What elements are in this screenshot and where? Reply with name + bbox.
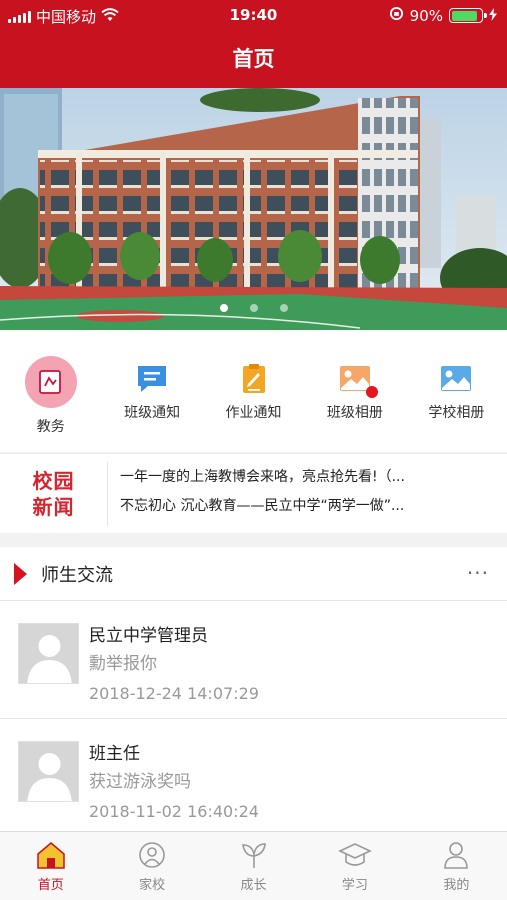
rotation-lock-icon (389, 6, 404, 25)
tab-label: 学习 (341, 878, 368, 893)
message-preview: 获过游泳奖吗 (89, 772, 191, 792)
section-marker-icon (14, 562, 27, 585)
notification-badge (365, 386, 378, 398)
message-sender: 民立中学管理员 (89, 626, 208, 646)
academic-affairs-icon (24, 356, 77, 408)
charging-icon (489, 7, 497, 25)
section-title: 师生交流 (41, 564, 113, 586)
home-school-icon (139, 842, 165, 868)
quick-menu-label: 作业通知 (225, 405, 282, 421)
class-album-icon (338, 364, 378, 398)
news-item[interactable]: 一年一度的上海教博会来咯，亮点抢先看!（... (120, 466, 460, 495)
quick-menu-item-homework-notice[interactable]: 作业通知 (203, 330, 304, 452)
more-button[interactable]: ··· (467, 561, 489, 585)
message-time: 2018-11-02 16:40:24 (89, 802, 259, 821)
message-time: 2018-12-24 14:07:29 (89, 684, 259, 703)
school-building-photo (0, 88, 507, 330)
tab-profile[interactable]: 我的 (406, 832, 507, 900)
quick-menu-label: 班级相册 (326, 405, 383, 421)
campus-news: 校园 新闻 一年一度的上海教博会来咯，亮点抢先看!（... 不忘初心 沉心教育—… (0, 453, 507, 533)
growth-sprout-icon (241, 843, 266, 868)
tab-home-school[interactable]: 家校 (101, 832, 202, 900)
teacher-student-section: 师生交流 ··· 民立中学管理员 勳举报你 2018-12-24 14:07:2… (0, 547, 507, 837)
tab-label: 首页 (37, 878, 64, 893)
quick-menu-item-academic[interactable]: 教务 (0, 330, 101, 452)
tab-label: 家校 (139, 878, 166, 893)
class-notice-icon (135, 364, 169, 394)
carousel-dot[interactable] (279, 304, 288, 312)
tab-home[interactable]: 首页 (0, 832, 101, 900)
quick-menu-item-class-album[interactable]: 班级相册 (304, 330, 405, 452)
battery-icon (449, 8, 487, 23)
news-item[interactable]: 不忘初心 沉心教育——民立中学“两学一做”... (120, 495, 460, 524)
campus-news-logo-line: 新闻 (32, 495, 75, 519)
tab-label: 我的 (443, 878, 470, 893)
graduation-cap-icon (338, 843, 372, 866)
quick-menu-item-class-notice[interactable]: 班级通知 (101, 330, 202, 452)
carousel-dot[interactable] (249, 304, 258, 312)
message-body: 班主任 获过游泳奖吗 2018-11-02 16:40:24 (89, 741, 259, 836)
profile-icon (444, 842, 469, 869)
status-bar: 中国移动 19:40 90% (0, 0, 507, 30)
battery-percent: 90% (409, 6, 443, 25)
campus-news-logo: 校园 新闻 (0, 462, 108, 526)
avatar (18, 741, 79, 802)
school-album-icon (439, 364, 473, 394)
campus-news-logo-line: 校园 (32, 469, 75, 493)
avatar (18, 623, 79, 684)
carousel-dots[interactable] (0, 304, 507, 312)
quick-menu-label: 学校相册 (428, 405, 485, 421)
homework-notice-icon (237, 364, 271, 394)
quick-menu-item-school-album[interactable]: 学校相册 (406, 330, 507, 452)
tab-study[interactable]: 学习 (304, 832, 405, 900)
message-sender: 班主任 (89, 744, 140, 764)
tab-bar: 首页 家校 成长 学习 我的 (0, 831, 507, 900)
section-header: 师生交流 ··· (0, 547, 507, 601)
quick-menu: 教务 班级通知 作业通知 班级相册 学校相册 (0, 330, 507, 452)
page-title: 首页 (0, 30, 507, 88)
message-item[interactable]: 班主任 获过游泳奖吗 2018-11-02 16:40:24 (0, 719, 507, 837)
carousel-dot[interactable] (219, 304, 228, 312)
status-right: 90% (389, 6, 497, 25)
home-icon (36, 842, 65, 869)
tab-growth[interactable]: 成长 (203, 832, 304, 900)
message-body: 民立中学管理员 勳举报你 2018-12-24 14:07:29 (89, 623, 259, 718)
quick-menu-label: 班级通知 (124, 405, 181, 421)
banner-carousel[interactable] (0, 88, 507, 330)
message-item[interactable]: 民立中学管理员 勳举报你 2018-12-24 14:07:29 (0, 601, 507, 719)
news-list: 一年一度的上海教博会来咯，亮点抢先看!（... 不忘初心 沉心教育——民立中学“… (108, 454, 507, 533)
message-preview: 勳举报你 (89, 654, 157, 674)
tab-label: 成长 (240, 878, 267, 893)
quick-menu-label: 教务 (36, 419, 65, 435)
